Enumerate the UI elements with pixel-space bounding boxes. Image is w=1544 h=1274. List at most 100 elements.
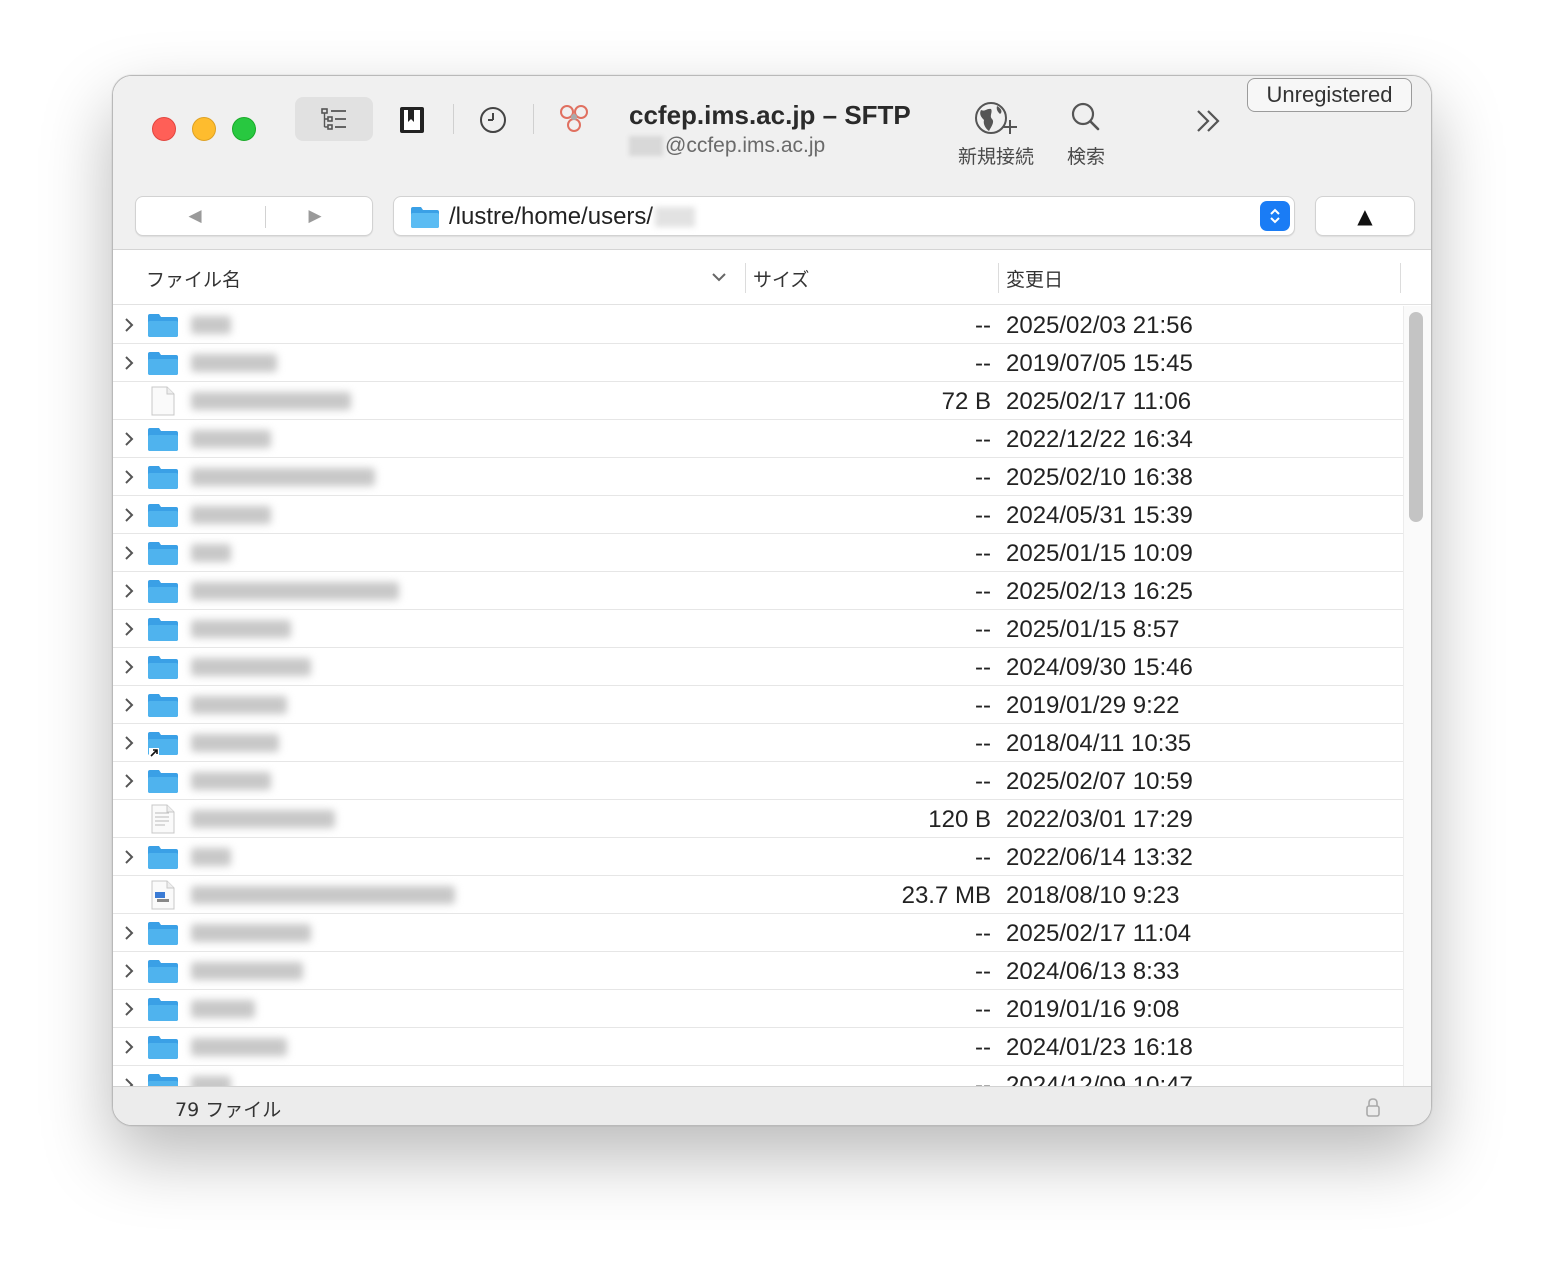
redacted-file-name	[191, 582, 399, 600]
disclosure-chevron-icon[interactable]	[121, 467, 137, 487]
file-date: 2019/01/16 9:08	[1006, 996, 1180, 1023]
path-text: /lustre/home/users/	[449, 203, 696, 231]
file-date: 2025/02/17 11:06	[1006, 388, 1192, 415]
disclosure-chevron-icon[interactable]	[121, 1037, 137, 1057]
column-name-header[interactable]: ファイル名	[146, 265, 241, 292]
alias-arrow-icon	[149, 748, 159, 758]
file-row[interactable]: -- 2025/02/13 16:25	[113, 572, 1403, 610]
disclosure-chevron-icon[interactable]	[121, 657, 137, 677]
column-size-header[interactable]: サイズ	[753, 265, 809, 292]
file-row[interactable]: 120 B 2022/03/01 17:29	[113, 800, 1403, 838]
disclosure-chevron-icon[interactable]	[121, 771, 137, 791]
file-row[interactable]: -- 2024/06/13 8:33	[113, 952, 1403, 990]
folder-icon	[148, 922, 178, 945]
toolbar: ccfep.ims.ac.jp – SFTP @ccfep.ims.ac.jp …	[113, 76, 1431, 250]
bookmarks-button[interactable]	[393, 100, 431, 140]
file-date: 2024/06/13 8:33	[1006, 958, 1180, 985]
disclosure-chevron-icon[interactable]	[121, 543, 137, 563]
file-row[interactable]: 23.7 MB 2018/08/10 9:23	[113, 876, 1403, 914]
disclosure-chevron-icon[interactable]	[121, 999, 137, 1019]
disclosure-chevron-icon[interactable]	[121, 315, 137, 335]
file-row[interactable]: -- 2024/12/09 10:47	[113, 1066, 1403, 1086]
file-size: --	[975, 920, 991, 947]
file-date: 2025/01/15 8:57	[1006, 616, 1180, 643]
file-row[interactable]: -- 2018/04/11 10:35	[113, 724, 1403, 762]
unregistered-badge[interactable]: Unregistered	[1247, 78, 1412, 112]
scrollbar-thumb[interactable]	[1409, 312, 1423, 522]
zoom-window-button[interactable]	[232, 117, 256, 141]
file-date: 2024/05/31 15:39	[1006, 502, 1193, 529]
redacted-file-name	[191, 1038, 287, 1056]
disclosure-chevron-icon[interactable]	[121, 429, 137, 449]
redacted-file-name	[191, 506, 271, 524]
file-row[interactable]: -- 2019/01/16 9:08	[113, 990, 1403, 1028]
file-row[interactable]: -- 2019/01/29 9:22	[113, 686, 1403, 724]
toolbar-overflow-button[interactable]	[1191, 106, 1225, 136]
disclosure-chevron-icon[interactable]	[121, 619, 137, 639]
path-popup-stepper[interactable]	[1260, 201, 1290, 231]
file-row[interactable]: -- 2025/01/15 8:57	[113, 610, 1403, 648]
back-forward-control: ◀ ▶	[135, 196, 373, 236]
redacted-file-name	[191, 430, 271, 448]
pdf-file-icon	[151, 880, 175, 910]
redacted-file-name	[191, 848, 231, 866]
disclosure-chevron-icon[interactable]	[121, 961, 137, 981]
file-row[interactable]: -- 2022/12/22 16:34	[113, 420, 1403, 458]
file-row[interactable]: -- 2025/01/15 10:09	[113, 534, 1403, 572]
disclosure-chevron-icon[interactable]	[121, 1075, 137, 1086]
file-row[interactable]: -- 2022/06/14 13:32	[113, 838, 1403, 876]
new-connection-button[interactable]: 新規接続	[953, 100, 1039, 169]
sort-chevron-down-icon[interactable]	[711, 271, 727, 283]
disclosure-chevron-icon[interactable]	[121, 695, 137, 715]
folder-icon	[411, 207, 439, 228]
column-divider[interactable]	[1400, 263, 1401, 293]
history-button[interactable]	[473, 100, 513, 140]
file-row[interactable]: -- 2025/02/07 10:59	[113, 762, 1403, 800]
subtitle-host: @ccfep.ims.ac.jp	[665, 134, 826, 157]
forward-button[interactable]: ▶	[256, 197, 374, 235]
folder-icon	[148, 998, 178, 1021]
disclosure-chevron-icon[interactable]	[121, 353, 137, 373]
file-size: --	[975, 1034, 991, 1061]
column-divider[interactable]	[998, 263, 999, 293]
column-divider[interactable]	[745, 263, 746, 293]
path-selector[interactable]: /lustre/home/users/	[393, 196, 1295, 236]
redacted-file-name	[191, 658, 311, 676]
back-button[interactable]: ◀	[136, 197, 254, 235]
file-row[interactable]: -- 2024/01/23 16:18	[113, 1028, 1403, 1066]
file-list[interactable]: -- 2025/02/03 21:56 -- 2019/07/05 15:45 72 B…	[113, 306, 1403, 1086]
parent-directory-button[interactable]: ▲	[1315, 196, 1415, 236]
file-row[interactable]: -- 2025/02/17 11:04	[113, 914, 1403, 952]
folder-icon	[148, 542, 178, 565]
disclosure-chevron-icon[interactable]	[121, 581, 137, 601]
window-subtitle: @ccfep.ims.ac.jp	[629, 134, 825, 158]
file-size: --	[975, 502, 991, 529]
search-button[interactable]: 検索	[1058, 100, 1114, 169]
file-date: 2024/01/23 16:18	[1006, 1034, 1193, 1061]
bonjour-network-icon	[560, 105, 588, 132]
file-row[interactable]: 72 B 2025/02/17 11:06	[113, 382, 1403, 420]
file-row[interactable]: -- 2025/02/10 16:38	[113, 458, 1403, 496]
file-size: --	[975, 654, 991, 681]
redacted-file-name	[191, 962, 303, 980]
close-window-button[interactable]	[152, 117, 176, 141]
file-row[interactable]: -- 2024/05/31 15:39	[113, 496, 1403, 534]
column-date-header[interactable]: 変更日	[1006, 265, 1063, 292]
file-date: 2025/02/13 16:25	[1006, 578, 1193, 605]
disclosure-chevron-icon[interactable]	[121, 505, 137, 525]
file-size: --	[975, 996, 991, 1023]
disclosure-chevron-icon[interactable]	[121, 847, 137, 867]
outline-view-button[interactable]	[295, 97, 373, 141]
disclosure-chevron-icon[interactable]	[121, 733, 137, 753]
file-row[interactable]: -- 2024/09/30 15:46	[113, 648, 1403, 686]
file-date: 2024/09/30 15:46	[1006, 654, 1193, 681]
bonjour-button[interactable]	[553, 98, 595, 140]
file-date: 2022/03/01 17:29	[1006, 806, 1193, 833]
file-row[interactable]: -- 2019/07/05 15:45	[113, 344, 1403, 382]
folder-icon	[148, 352, 178, 375]
minimize-window-button[interactable]	[192, 117, 216, 141]
disclosure-chevron-icon[interactable]	[121, 923, 137, 943]
redacted-file-name	[191, 734, 279, 752]
file-row[interactable]: -- 2025/02/03 21:56	[113, 306, 1403, 344]
redacted-file-name	[191, 468, 375, 486]
